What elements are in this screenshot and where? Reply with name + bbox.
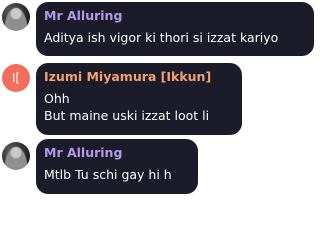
- message-text: But maine uski izzat loot li: [44, 108, 210, 123]
- user-avatar[interactable]: [2, 142, 30, 170]
- message-bubble: Izumi Miyamura [Ikkun] Ohh But maine usk…: [36, 63, 242, 135]
- user-avatar[interactable]: [2, 3, 30, 31]
- avatar-initials: I[: [11, 71, 21, 85]
- message-bubble: Mr Alluring Mtlb Tu schi gay hi h: [36, 139, 198, 194]
- user-avatar[interactable]: I[: [2, 64, 30, 92]
- author-name[interactable]: Izumi Miyamura [Ikkun]: [44, 68, 232, 85]
- message-bubble: Mr Alluring Aditya ish vigor ki thori si…: [36, 2, 314, 56]
- message-text: Aditya ish vigor ki thori si izzat kariy…: [44, 30, 279, 45]
- message-text: Ohh: [44, 91, 70, 106]
- author-name[interactable]: Mr Alluring: [44, 144, 188, 161]
- author-name[interactable]: Mr Alluring: [44, 7, 304, 24]
- message-text: Mtlb Tu schi gay hi h: [44, 167, 172, 182]
